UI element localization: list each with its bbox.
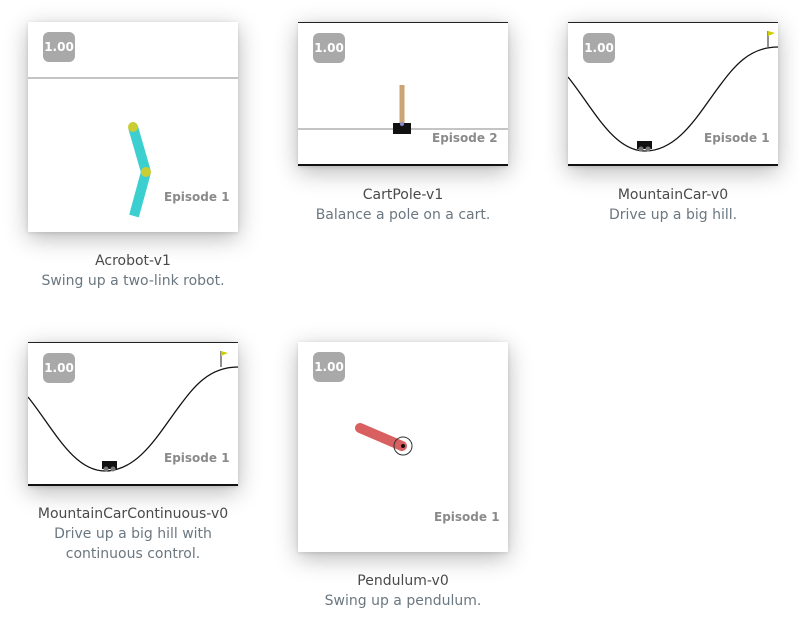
acrobot-joint-top [128, 122, 138, 132]
goal-flag-icon [768, 31, 775, 36]
env-title[interactable]: CartPole-v1 [273, 185, 533, 205]
env-caption: CartPole-v1 Balance a pole on a cart. [273, 185, 533, 225]
mountaincar-wheel [110, 466, 116, 472]
env-description: Swing up a two-link robot. [41, 273, 225, 289]
env-title[interactable]: Pendulum-v0 [273, 571, 533, 591]
score-badge: 1.00 [313, 33, 345, 63]
env-description: Swing up a pendulum. [324, 593, 482, 609]
env-caption: Acrobot-v1 Swing up a two-link robot. [3, 251, 263, 291]
env-caption: Pendulum-v0 Swing up a pendulum. [273, 571, 533, 611]
acrobot-link-2 [129, 170, 151, 218]
env-preview-acrobot[interactable]: 1.00 Episode 1 [28, 22, 238, 232]
mountaincar-wheel [103, 466, 109, 472]
mountaincar-wheel [645, 146, 651, 152]
episode-label: Episode 1 [704, 131, 770, 145]
pendulum-rod [355, 423, 407, 451]
env-caption: MountainCar-v0 Drive up a big hill. [543, 185, 798, 225]
env-title[interactable]: MountainCar-v0 [543, 185, 798, 205]
env-preview-mountaincar-continuous[interactable]: 1.00 Episode 1 [28, 342, 238, 486]
cartpole-axle [400, 122, 404, 126]
env-description: Balance a pole on a cart. [315, 207, 491, 223]
env-title[interactable]: MountainCarContinuous-v0 [3, 504, 263, 524]
score-badge: 1.00 [43, 353, 75, 383]
acrobot-link-1 [128, 125, 151, 174]
env-description: Drive up a big hill with continuous cont… [54, 526, 212, 562]
pendulum-pivot [401, 444, 405, 448]
env-preview-cartpole[interactable]: 1.00 Episode 2 [298, 22, 508, 166]
score-badge: 1.00 [313, 352, 345, 382]
episode-label: Episode 1 [434, 510, 500, 524]
env-caption: MountainCarContinuous-v0 Drive up a big … [3, 504, 263, 564]
env-preview-pendulum[interactable]: 1.00 Episode 1 [298, 342, 508, 552]
episode-label: Episode 1 [164, 190, 230, 204]
episode-label: Episode 2 [432, 131, 498, 145]
env-description: Drive up a big hill. [608, 207, 738, 223]
episode-label: Episode 1 [164, 451, 230, 465]
goal-flag-icon [221, 351, 228, 356]
score-badge: 1.00 [43, 32, 75, 62]
env-preview-mountaincar[interactable]: 1.00 Episode 1 [568, 22, 778, 166]
score-badge: 1.00 [583, 33, 615, 63]
acrobot-joint-middle [141, 167, 151, 177]
mountaincar-wheel [638, 146, 644, 152]
env-title[interactable]: Acrobot-v1 [3, 251, 263, 271]
